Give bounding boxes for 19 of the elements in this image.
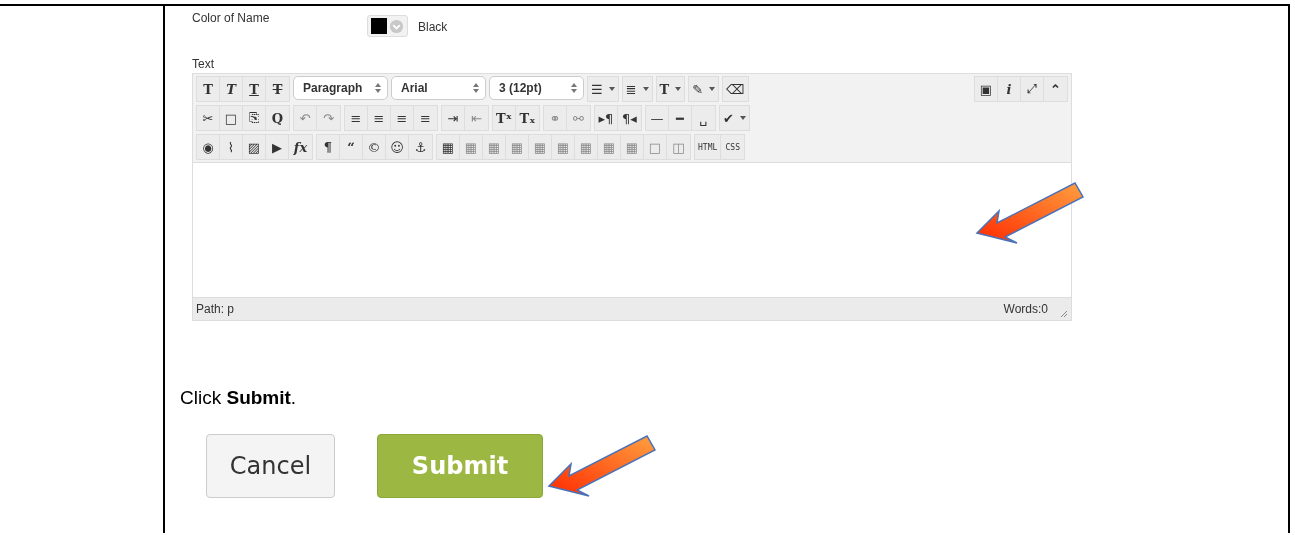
dropdown-select[interactable]: Arial (391, 76, 486, 100)
up-down-arrows-icon (375, 83, 381, 93)
element-path: Path: p (196, 302, 236, 316)
dropdown-select[interactable]: Paragraph (293, 76, 388, 100)
toolbar-button[interactable]: ▸¶ (595, 106, 618, 130)
dropdown-select[interactable]: 3 (12pt) (489, 76, 584, 100)
toolbar-button[interactable]: HTML (695, 135, 722, 159)
color-name: Black (418, 20, 448, 34)
up-down-arrows-icon (473, 83, 479, 93)
field-label: Text (192, 57, 215, 71)
up-down-arrows-icon (571, 83, 577, 93)
chevron-down-icon (389, 18, 404, 34)
toolbar-button[interactable]: Tˣ (493, 106, 516, 130)
word-count: Words:0 (1003, 302, 1048, 316)
cancel-button[interactable]: Cancel (206, 434, 335, 498)
instruction-text: Click Submit. (180, 387, 298, 409)
field-label: Color of Name (192, 11, 271, 25)
color-picker[interactable] (367, 15, 408, 37)
resize-grip-icon[interactable] (1058, 308, 1068, 318)
